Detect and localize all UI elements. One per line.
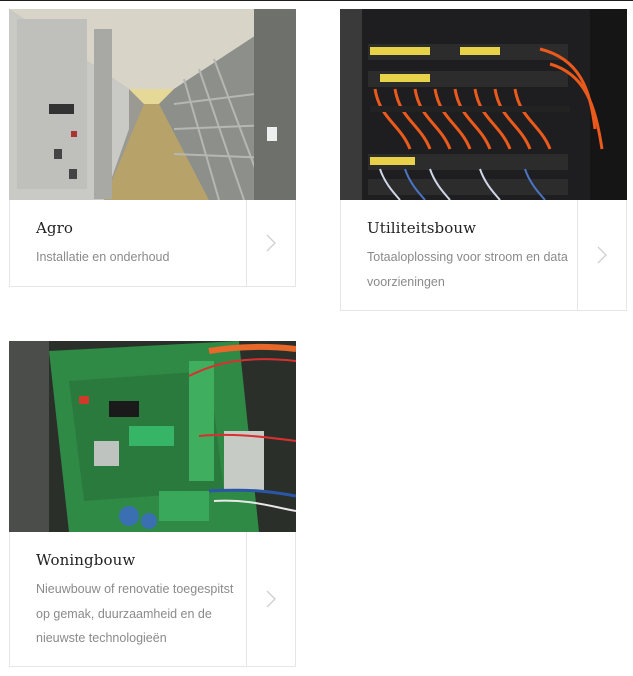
network-patch-panel-photo[interactable] [340,9,627,200]
circuit-board-photo[interactable] [9,341,296,532]
card-arrow-button[interactable] [246,532,295,666]
circuit-board-image [9,341,296,532]
stable-corridor-photo[interactable] [9,9,296,200]
service-card-woningbouw[interactable]: Woningbouw Nieuwbouw of renovatie toeges… [9,341,296,667]
patch-panel-image [340,9,627,200]
stable-corridor-image [9,9,296,200]
service-card-utiliteitsbouw[interactable]: Utiliteitsbouw Totaaloplossing voor stro… [340,9,627,311]
card-arrow-button[interactable] [577,200,626,310]
card-title[interactable]: Utiliteitsbouw [367,217,573,239]
card-title[interactable]: Woningbouw [36,549,242,571]
card-description: Totaaloplossing voor stroom en data voor… [367,250,568,289]
card-description: Nieuwbouw of renovatie toegespitst op ge… [36,582,234,645]
card-arrow-button[interactable] [246,200,295,286]
top-divider [0,0,633,1]
card-description: Installatie en onderhoud [36,250,170,264]
chevron-right-icon [266,234,276,252]
chevron-right-icon [266,590,276,608]
service-card-agro[interactable]: Agro Installatie en onderhoud [9,9,296,287]
card-title[interactable]: Agro [36,217,242,239]
chevron-right-icon [597,246,607,264]
